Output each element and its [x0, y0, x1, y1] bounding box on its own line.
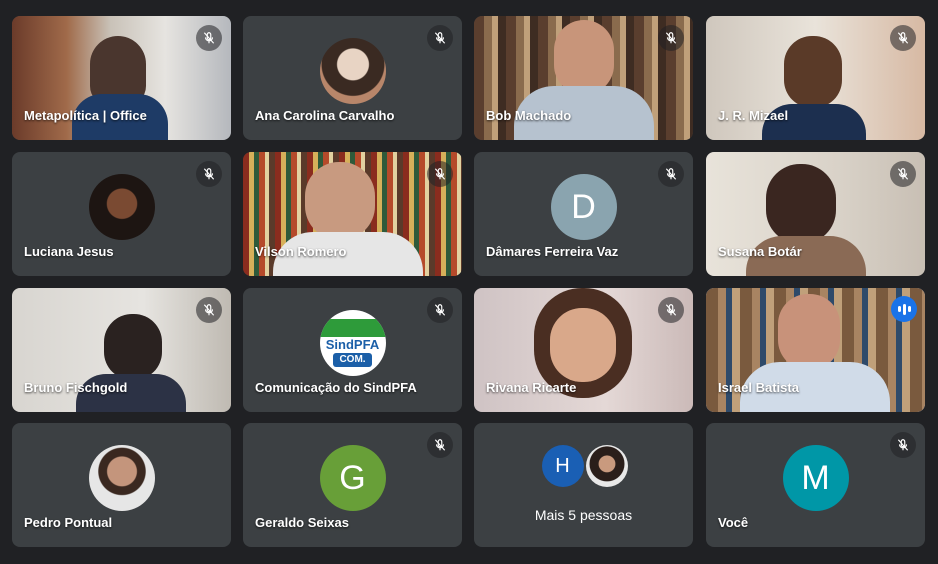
- participant-tile[interactable]: Pedro Pontual: [12, 423, 231, 547]
- participant-name: Você: [718, 515, 749, 530]
- participant-name: Susana Botár: [718, 244, 802, 259]
- audio-level-icon: [891, 296, 917, 322]
- mic-off-icon: [658, 161, 684, 187]
- participant-name: Comunicação do SindPFA: [255, 380, 417, 395]
- logo-text: SindPFA: [325, 337, 380, 352]
- avatar-initial: M: [801, 458, 830, 497]
- participant-tile[interactable]: Luciana Jesus: [12, 152, 231, 276]
- participant-tile[interactable]: Metapolítica | Office: [12, 16, 231, 140]
- person-silhouette: [554, 20, 614, 95]
- avatar-initial: D: [571, 187, 596, 226]
- person-silhouette: [778, 294, 840, 370]
- mic-off-icon: [427, 161, 453, 187]
- mic-off-icon: [196, 297, 222, 323]
- more-participants-tile[interactable]: H Mais 5 pessoas: [474, 423, 693, 547]
- participant-name: Geraldo Seixas: [255, 515, 349, 530]
- participant-name: Dâmares Ferreira Vaz: [486, 244, 619, 259]
- participant-name: Bob Machado: [486, 108, 572, 123]
- mic-off-icon: [196, 161, 222, 187]
- avatar: H: [541, 445, 584, 487]
- participant-tile[interactable]: D Dâmares Ferreira Vaz: [474, 152, 693, 276]
- mic-off-icon: [427, 25, 453, 51]
- mic-off-icon: [890, 161, 916, 187]
- participant-tile[interactable]: Bob Machado: [474, 16, 693, 140]
- participant-tile[interactable]: Israel Batista: [706, 288, 925, 412]
- participant-name: Metapolítica | Office: [24, 108, 147, 123]
- mic-off-icon: [427, 432, 453, 458]
- avatar: [585, 445, 628, 487]
- participant-tile[interactable]: Bruno Fischgold: [12, 288, 231, 412]
- more-participants-label: Mais 5 pessoas: [534, 507, 633, 523]
- avatar-initial: G: [339, 458, 366, 497]
- participant-tile[interactable]: Ana Carolina Carvalho: [243, 16, 462, 140]
- person-silhouette: [305, 162, 375, 240]
- avatar: [88, 174, 155, 240]
- avatar: D: [550, 174, 617, 240]
- participant-tile[interactable]: Vilson Romero: [243, 152, 462, 276]
- avatar: [319, 38, 386, 104]
- person-silhouette: [766, 164, 836, 244]
- participant-name: Bruno Fischgold: [24, 380, 128, 395]
- participant-name: Pedro Pontual: [24, 515, 113, 530]
- mic-off-icon: [196, 25, 222, 51]
- organization-logo: SindPFA COM.: [319, 310, 386, 376]
- participant-name: Luciana Jesus: [24, 244, 114, 259]
- participant-grid: Metapolítica | Office Ana Carolina Carva…: [0, 0, 938, 564]
- avatar: M: [782, 445, 849, 511]
- person-silhouette: [784, 36, 842, 108]
- participant-tile[interactable]: J. R. Mizael: [706, 16, 925, 140]
- participant-name: J. R. Mizael: [718, 108, 789, 123]
- avatar-initial: H: [555, 454, 570, 477]
- participant-name: Vilson Romero: [255, 244, 347, 259]
- mic-off-icon: [658, 25, 684, 51]
- mic-off-icon: [890, 25, 916, 51]
- participant-tile[interactable]: G Geraldo Seixas: [243, 423, 462, 547]
- participant-name: Ana Carolina Carvalho: [255, 108, 395, 123]
- self-tile[interactable]: M Você: [706, 423, 925, 547]
- avatar: [88, 445, 155, 511]
- participant-name: Israel Batista: [718, 380, 799, 395]
- participant-tile[interactable]: Rivana Ricarte: [474, 288, 693, 412]
- logo-subtext: COM.: [333, 353, 372, 367]
- mic-off-icon: [658, 297, 684, 323]
- mic-off-icon: [890, 432, 916, 458]
- participant-name: Rivana Ricarte: [486, 380, 577, 395]
- logo-band: [319, 319, 386, 337]
- grouped-avatars: H: [541, 445, 628, 487]
- person-silhouette: [104, 314, 162, 380]
- mic-off-icon: [427, 297, 453, 323]
- participant-tile[interactable]: Susana Botár: [706, 152, 925, 276]
- person-face: [550, 308, 616, 382]
- participant-tile[interactable]: SindPFA COM. Comunicação do SindPFA: [243, 288, 462, 412]
- avatar: G: [319, 445, 386, 511]
